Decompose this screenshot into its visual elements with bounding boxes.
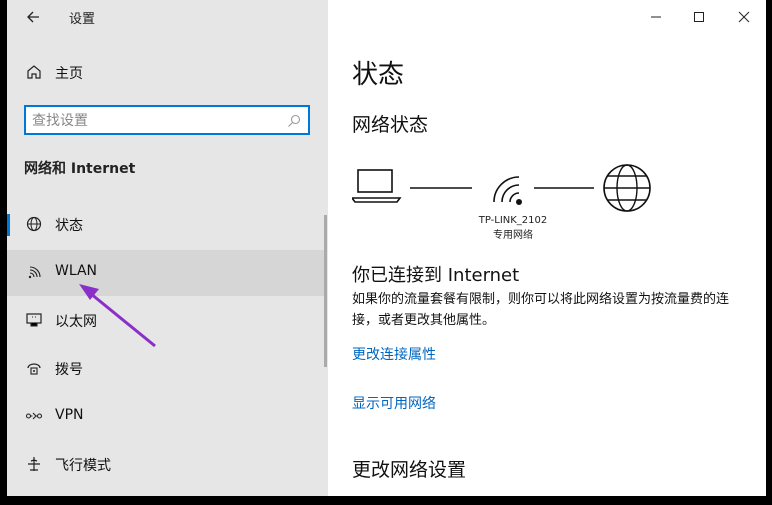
search-input[interactable]: [32, 110, 272, 132]
network-diagram: [352, 164, 651, 212]
selection-indicator: [7, 214, 10, 236]
page-title: 状态: [352, 60, 405, 90]
sidebar-item-label: 飞行模式: [55, 458, 111, 474]
globe-icon: [603, 164, 651, 212]
settings-window: 设置 主页 网络和 Internet 状态 WLAN 以太网 拨号: [7, 0, 766, 496]
ethernet-icon: [26, 313, 42, 327]
close-button[interactable]: [724, 4, 764, 30]
sidebar-item-label: VPN: [55, 407, 84, 423]
wifi-icon: [28, 266, 41, 279]
sidebar-item-vpn[interactable]: VPN: [7, 394, 325, 440]
back-arrow-icon: [27, 11, 39, 23]
back-button[interactable]: [21, 6, 45, 28]
wifi-signal-icon: [493, 176, 522, 205]
connected-heading: 你已连接到 Internet: [352, 265, 520, 286]
network-status-heading: 网络状态: [352, 114, 429, 136]
dialup-icon: [27, 363, 41, 375]
network-type: 专用网络: [493, 230, 533, 241]
maximize-icon: [694, 12, 704, 22]
change-network-settings-heading: 更改网络设置: [352, 459, 467, 481]
sidebar-item-airplane[interactable]: 飞行模式: [7, 442, 325, 488]
sidebar-item-label: 状态: [55, 218, 83, 234]
laptop-icon: [352, 169, 402, 203]
search-icon[interactable]: [286, 113, 302, 129]
maximize-button[interactable]: [679, 4, 719, 30]
connection-description: 如果你的流量套餐有限制，则你可以将此网络设置为按流量费的连接，或者更改其他属性。: [352, 292, 730, 328]
main-panel: 状态 网络状态 TP-LINK_2102 专用网络 你已连接到 Internet…: [328, 0, 766, 496]
sidebar-item-label: 主页: [55, 66, 83, 82]
sidebar-item-label: 拨号: [55, 362, 83, 378]
vpn-icon: [25, 412, 43, 420]
sidebar-scrollbar[interactable]: [324, 215, 327, 367]
network-name: TP-LINK_2102: [478, 215, 548, 226]
globe-icon: [26, 216, 42, 232]
show-available-networks-link[interactable]: 显示可用网络: [352, 393, 436, 413]
search-box[interactable]: [24, 105, 310, 135]
annotation-arrow: [79, 284, 156, 348]
home-icon: [27, 65, 41, 79]
close-icon: [738, 11, 750, 23]
section-title: 网络和 Internet: [24, 161, 136, 177]
minimize-icon: [651, 16, 661, 18]
minimize-button[interactable]: [636, 4, 676, 30]
sidebar-item-home[interactable]: 主页: [7, 50, 325, 96]
sidebar-item-status[interactable]: 状态: [7, 202, 325, 248]
sidebar: 设置 主页 网络和 Internet 状态 WLAN 以太网 拨号: [7, 0, 328, 496]
change-connection-properties-link[interactable]: 更改连接属性: [352, 344, 436, 364]
airplane-icon: [28, 457, 40, 471]
app-title: 设置: [69, 12, 96, 27]
